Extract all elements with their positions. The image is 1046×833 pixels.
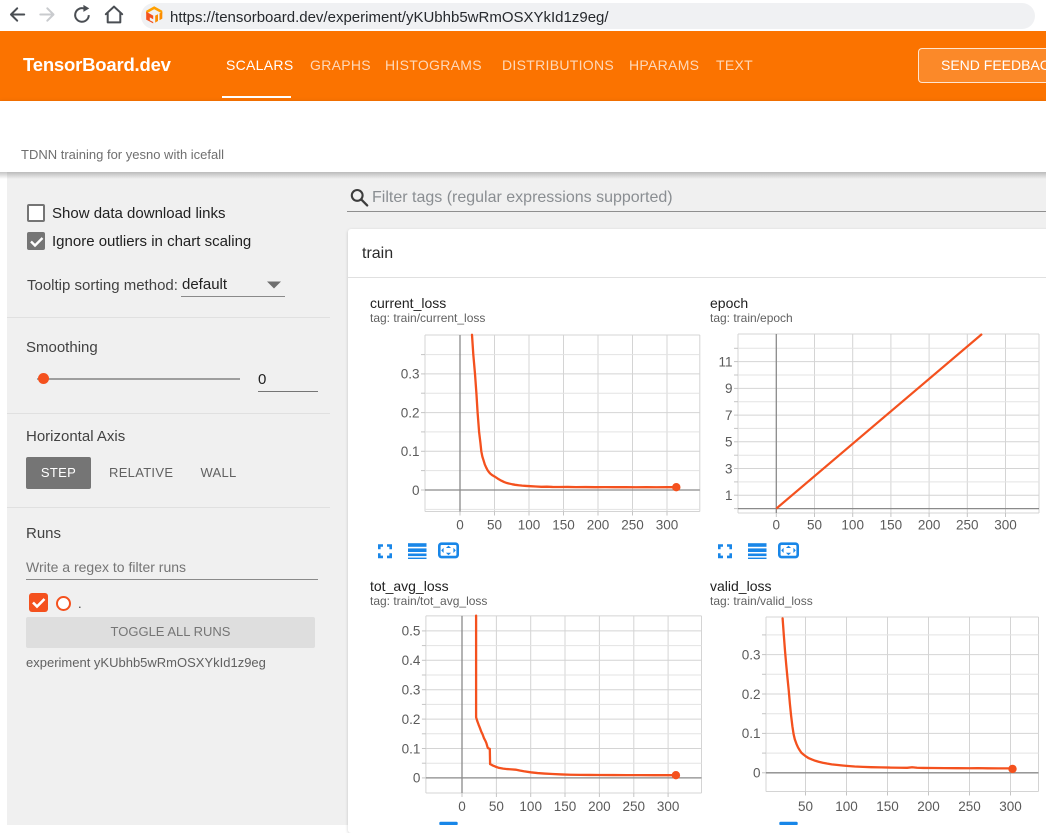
svg-text:0: 0 <box>412 483 420 498</box>
svg-text:150: 150 <box>554 799 577 814</box>
svg-text:0: 0 <box>753 766 761 781</box>
svg-text:250: 250 <box>956 518 979 533</box>
svg-text:100: 100 <box>519 799 542 814</box>
svg-text:0.2: 0.2 <box>742 687 761 702</box>
svg-text:300: 300 <box>657 799 680 814</box>
svg-text:50: 50 <box>807 518 822 533</box>
svg-text:3: 3 <box>725 461 733 476</box>
svg-text:0.3: 0.3 <box>402 683 421 698</box>
svg-text:100: 100 <box>835 799 858 814</box>
svg-text:200: 200 <box>917 799 940 814</box>
svg-text:200: 200 <box>918 518 941 533</box>
svg-text:0: 0 <box>456 518 464 533</box>
svg-text:50: 50 <box>798 799 813 814</box>
svg-text:5: 5 <box>725 435 733 450</box>
svg-text:300: 300 <box>656 518 679 533</box>
svg-text:100: 100 <box>518 518 541 533</box>
svg-text:200: 200 <box>587 518 610 533</box>
svg-text:50: 50 <box>487 518 502 533</box>
svg-text:250: 250 <box>958 799 981 814</box>
svg-text:0.1: 0.1 <box>401 444 420 459</box>
svg-text:0.3: 0.3 <box>742 647 761 662</box>
svg-text:300: 300 <box>994 518 1017 533</box>
svg-text:250: 250 <box>621 518 644 533</box>
svg-text:0.4: 0.4 <box>402 653 421 668</box>
svg-text:150: 150 <box>880 518 903 533</box>
svg-text:0: 0 <box>458 799 466 814</box>
svg-text:1: 1 <box>725 488 733 503</box>
svg-text:100: 100 <box>841 518 864 533</box>
svg-text:200: 200 <box>588 799 611 814</box>
svg-text:0: 0 <box>413 771 421 786</box>
svg-text:0.2: 0.2 <box>401 405 420 420</box>
svg-text:0.5: 0.5 <box>402 624 421 639</box>
svg-text:0.1: 0.1 <box>742 726 761 741</box>
svg-text:9: 9 <box>725 381 733 396</box>
svg-text:0.3: 0.3 <box>401 367 420 382</box>
svg-text:0.1: 0.1 <box>402 741 421 756</box>
svg-text:11: 11 <box>718 354 732 369</box>
svg-text:250: 250 <box>623 799 646 814</box>
svg-text:7: 7 <box>725 408 733 423</box>
svg-text:150: 150 <box>552 518 575 533</box>
svg-text:0: 0 <box>773 518 781 533</box>
svg-text:0.2: 0.2 <box>402 712 421 727</box>
svg-text:150: 150 <box>876 799 899 814</box>
svg-text:50: 50 <box>489 799 504 814</box>
svg-text:300: 300 <box>999 799 1022 814</box>
